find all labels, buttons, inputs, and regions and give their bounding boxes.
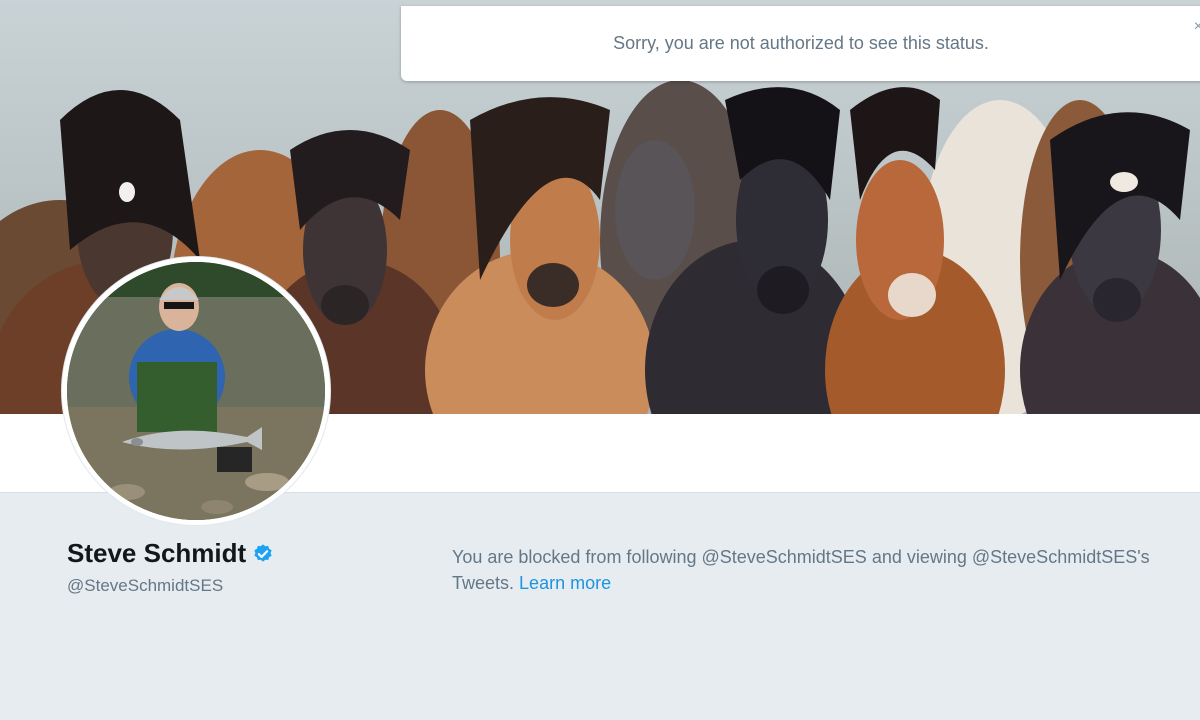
close-icon[interactable]: × [1194,18,1200,36]
status-unauthorized-toast: Sorry, you are not authorized to see thi… [401,6,1200,81]
toast-message: Sorry, you are not authorized to see thi… [613,33,989,53]
profile-avatar[interactable] [62,257,330,525]
profile-display-name[interactable]: Steve Schmidt [67,538,246,569]
learn-more-link[interactable]: Learn more [519,573,611,593]
profile-name: Steve Schmidt [67,538,274,569]
avatar-photo [67,262,325,520]
blocked-notice: You are blocked from following @SteveSch… [452,544,1172,596]
verified-badge-icon [254,543,272,562]
profile-handle[interactable]: @SteveSchmidtSES [67,576,223,596]
